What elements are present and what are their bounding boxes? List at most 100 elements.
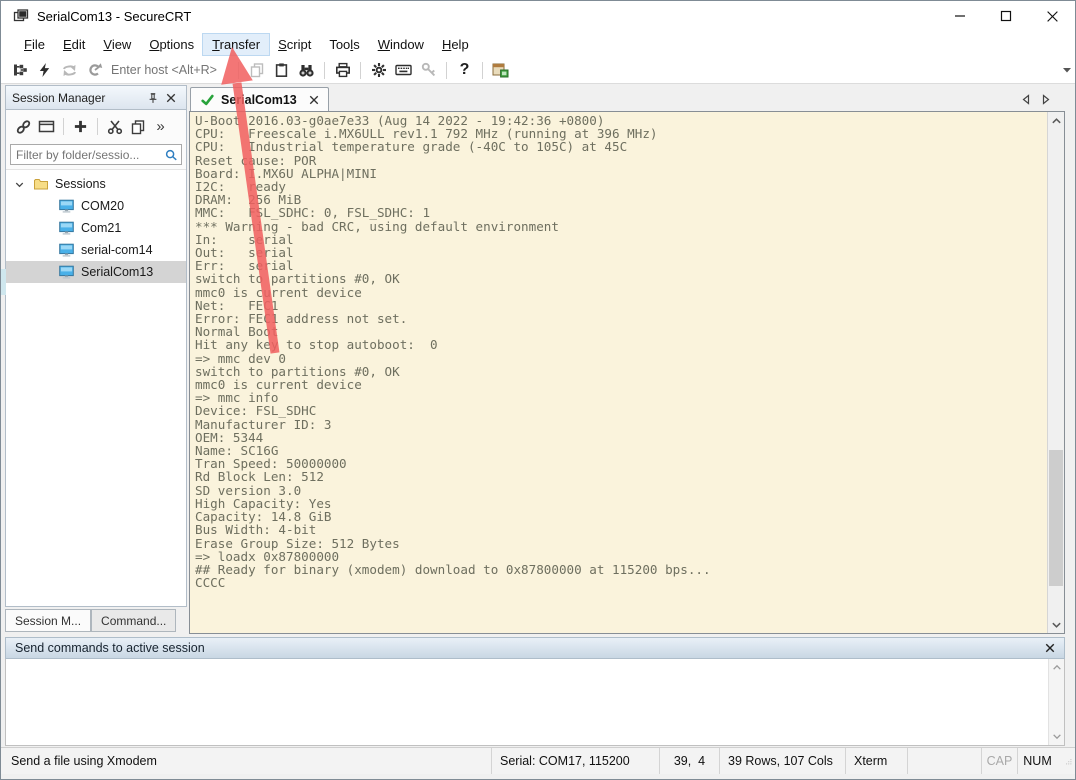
terminal-column: SerialCom13 U-Bo (189, 85, 1065, 634)
terminal-line: CCCC (195, 576, 1047, 589)
panel-close-icon[interactable] (162, 89, 180, 107)
terminal-line: Rd Block Len: 512 (195, 470, 1047, 483)
quick-connect-button[interactable] (32, 59, 57, 81)
session-item-label: serial-com14 (81, 243, 153, 257)
reconnect-button (57, 59, 82, 81)
tab-scroll-left-icon[interactable] (1021, 94, 1031, 105)
status-empty-cell (907, 748, 981, 774)
toolbar-overflow-icon[interactable] (1063, 67, 1071, 73)
terminal-line: MMC: FSL_SDHC: 0, FSL_SDHC: 1 (195, 206, 1047, 219)
terminal-line: Erase Group Size: 512 Bytes (195, 537, 1047, 550)
command-scroll-down-icon[interactable] (1049, 728, 1064, 745)
menu-file[interactable]: File (15, 34, 54, 55)
scrollbar-thumb[interactable] (1049, 450, 1063, 586)
menu-window[interactable]: Window (369, 34, 433, 55)
quick-connect-icon (37, 62, 52, 78)
chevron-double-icon: » (156, 118, 164, 136)
terminal-line: In: serial (195, 233, 1047, 246)
monitor-icon (58, 242, 75, 258)
sessions-folder-label: Sessions (55, 177, 106, 191)
session-manager-toggle-button[interactable] (488, 59, 513, 81)
commands-bar-close-icon[interactable] (1045, 643, 1055, 653)
menu-edit[interactable]: Edit (54, 34, 94, 55)
session-item-com21[interactable]: Com21 (6, 217, 186, 239)
link-button[interactable] (12, 115, 35, 139)
scroll-down-icon[interactable] (1048, 616, 1064, 633)
window-icon (38, 119, 55, 134)
host-input[interactable] (107, 63, 233, 77)
options-button[interactable] (366, 59, 391, 81)
status-num-indicator: NUM (1017, 748, 1057, 774)
toolbar-right-group: ? (233, 59, 513, 81)
menu-view[interactable]: View (94, 34, 140, 55)
paste-icon (274, 62, 289, 78)
connect-in-tab-icon (87, 62, 103, 78)
session-item-label: Com21 (81, 221, 121, 235)
menu-options[interactable]: Options (140, 34, 203, 55)
menu-tools[interactable]: Tools (320, 34, 368, 55)
paste-button[interactable] (269, 59, 294, 81)
copy-pages-button[interactable] (126, 115, 149, 139)
toolbar: ? (1, 57, 1075, 84)
tab-command-window[interactable]: Command... (91, 609, 176, 632)
terminal-line: OEM: 5344 (195, 431, 1047, 444)
link-icon (15, 119, 32, 135)
session-manager-header: Session Manager (5, 85, 187, 109)
scissors-button[interactable] (103, 115, 126, 139)
sessions-folder[interactable]: Sessions (6, 173, 186, 195)
status-caps-indicator: CAP (981, 748, 1017, 774)
help-button[interactable]: ? (452, 59, 477, 81)
terminal-line: ## Ready for binary (xmodem) download to… (195, 563, 1047, 576)
session-tab[interactable]: SerialCom13 (190, 87, 329, 111)
pin-icon[interactable] (144, 89, 162, 107)
status-cursor-position: 39, 4 (659, 748, 719, 774)
tab-close-icon[interactable] (309, 95, 319, 105)
search-icon (164, 148, 178, 162)
session-item-serialcom13[interactable]: SerialCom13 (6, 261, 186, 283)
menu-help[interactable]: Help (433, 34, 478, 55)
maximize-button[interactable] (983, 1, 1029, 31)
tabstrip: SerialCom13 (189, 85, 1065, 111)
tab-scroll-right-icon[interactable] (1041, 94, 1051, 105)
status-emulation: Xterm (845, 748, 907, 774)
scissors-icon (107, 119, 123, 135)
toolbar-separator (238, 62, 239, 79)
find-button[interactable] (294, 59, 319, 81)
print-button[interactable] (330, 59, 355, 81)
window-title: SerialCom13 - SecureCRT (37, 9, 191, 24)
keymap-icon (395, 63, 412, 77)
tab-session-manager[interactable]: Session M... (5, 609, 91, 632)
terminal-line: *** Warning - bad CRC, using default env… (195, 220, 1047, 233)
toolbar-separator (446, 62, 447, 79)
toolbar-separator (324, 62, 325, 79)
connect-button[interactable] (7, 59, 32, 81)
chevron-double-button[interactable]: » (149, 115, 172, 139)
terminal-line: mmc0 is current device (195, 378, 1047, 391)
terminal-line: SD version 3.0 (195, 484, 1047, 497)
keymap-button[interactable] (391, 59, 416, 81)
session-manager-body: » (5, 109, 187, 607)
app-window: SerialCom13 - SecureCRT FileEditViewOpti… (0, 0, 1076, 780)
resize-grip[interactable] (1057, 748, 1075, 774)
session-item-serial-com14[interactable]: serial-com14 (6, 239, 186, 261)
command-scrollbar[interactable] (1048, 659, 1064, 745)
command-scroll-up-icon[interactable] (1049, 659, 1064, 676)
close-button[interactable] (1029, 1, 1075, 31)
scroll-up-icon[interactable] (1048, 112, 1064, 129)
minimize-button[interactable] (937, 1, 983, 31)
command-input[interactable] (5, 659, 1065, 746)
filter-input[interactable] (14, 147, 164, 163)
session-manager-toggle-icon (492, 62, 509, 78)
session-item-com20[interactable]: COM20 (6, 195, 186, 217)
plus-button[interactable] (69, 115, 92, 139)
close-icon (1046, 10, 1059, 23)
menu-transfer[interactable]: Transfer (203, 34, 269, 55)
menu-script[interactable]: Script (269, 34, 320, 55)
copy-button (244, 59, 269, 81)
terminal-scrollbar[interactable] (1047, 112, 1064, 633)
window-button[interactable] (35, 115, 58, 139)
session-item-label: COM20 (81, 199, 124, 213)
sidebar-bottom-tabs: Session M... Command... (5, 607, 187, 634)
terminal-screen[interactable]: U-Boot 2016.03-g0ae7e33 (Aug 14 2022 - 1… (190, 112, 1047, 633)
connect-icon (12, 62, 28, 78)
